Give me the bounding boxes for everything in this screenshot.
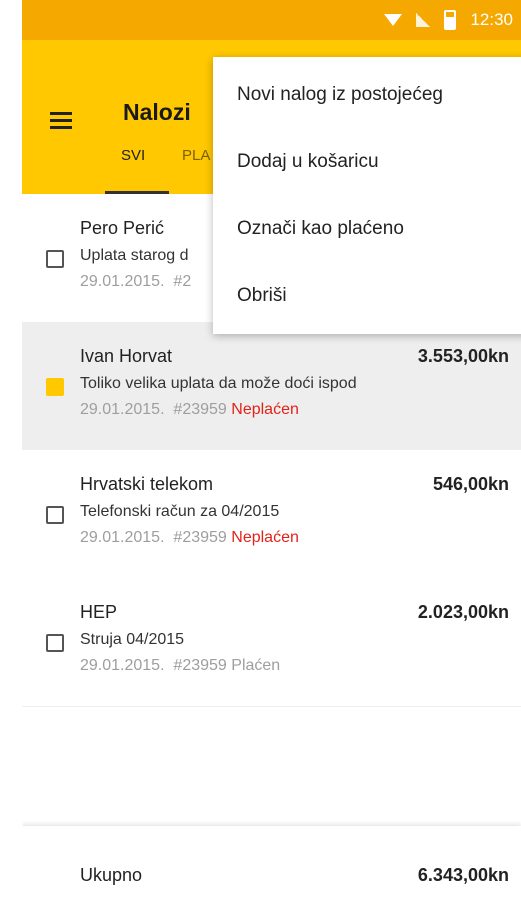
overflow-menu: Novi nalog iz postojećeg Dodaj u košaric…: [213, 57, 521, 334]
status-badge: Neplaćen: [231, 401, 299, 418]
row-checkbox[interactable]: [46, 634, 64, 652]
order-date: 29.01.2015.: [80, 401, 165, 418]
order-name: Hrvatski telekom: [80, 474, 214, 494]
battery-icon: [444, 10, 457, 30]
total-label: Ukupno: [80, 865, 143, 885]
menu-item-mark-paid[interactable]: Označi kao plaćeno: [237, 218, 404, 240]
wifi-icon: [384, 14, 403, 26]
order-amount: 3.553,00kn: [417, 346, 509, 366]
order-number: #23959: [173, 529, 227, 546]
status-badge: Plaćen: [231, 657, 281, 674]
order-meta: 29.01.2015. #23959 Plaćen: [80, 657, 280, 675]
order-description: Toliko velika uplata da može doći ispod: [80, 375, 357, 392]
order-meta: 29.01.2015. #23959 Neplaćen: [80, 401, 299, 419]
status-badge: Neplaćen: [231, 529, 299, 546]
list-item[interactable]: Ivan Horvat 3.553,00kn Toliko velika upl…: [22, 322, 521, 451]
total-footer: Ukupno 6.343,00kn: [22, 826, 521, 907]
total-amount: 6.343,00kn: [417, 865, 509, 885]
menu-item-new-from-existing[interactable]: Novi nalog iz postojećeg: [237, 84, 443, 106]
order-number: #23959: [173, 657, 227, 674]
row-checkbox[interactable]: [46, 506, 64, 524]
menu-icon[interactable]: [50, 112, 72, 129]
order-description: Telefonski račun za 04/2015: [80, 503, 280, 520]
status-bar: 12:30: [22, 0, 521, 40]
menu-item-delete[interactable]: Obriši: [237, 285, 287, 307]
order-meta: 29.01.2015. #23959 Neplaćen: [80, 529, 299, 547]
order-date: 29.01.2015.: [80, 657, 165, 674]
order-amount: 546,00kn: [432, 474, 509, 494]
tab-placeni[interactable]: PLA: [182, 147, 210, 164]
order-name: Pero Perić: [80, 218, 165, 238]
tab-svi[interactable]: SVI: [121, 147, 145, 164]
list-item[interactable]: HEP 2.023,00kn Struja 04/2015 29.01.2015…: [22, 578, 521, 707]
order-description: Uplata starog d: [80, 247, 189, 264]
signal-icon: [416, 13, 431, 27]
row-checkbox[interactable]: [46, 378, 64, 396]
status-time: 12:30: [470, 10, 513, 29]
order-description: Struja 04/2015: [80, 631, 185, 648]
order-date: 29.01.2015.: [80, 273, 165, 290]
row-checkbox[interactable]: [46, 250, 64, 268]
page-title: Nalozi: [123, 99, 191, 125]
order-name: HEP: [80, 602, 118, 622]
menu-item-add-to-cart[interactable]: Dodaj u košaricu: [237, 151, 379, 173]
order-meta: 29.01.2015. #2: [80, 273, 191, 291]
order-date: 29.01.2015.: [80, 529, 165, 546]
order-name: Ivan Horvat: [80, 346, 173, 366]
list-item[interactable]: Hrvatski telekom 546,00kn Telefonski rač…: [22, 450, 521, 579]
order-amount: 2.023,00kn: [417, 602, 509, 622]
app-screen: 12:30 Nalozi SVI PLA Pero Perić Uplata s…: [22, 0, 521, 907]
order-number: #2: [173, 273, 192, 290]
order-number: #23959: [173, 401, 227, 418]
status-icons: 12:30: [384, 0, 513, 40]
